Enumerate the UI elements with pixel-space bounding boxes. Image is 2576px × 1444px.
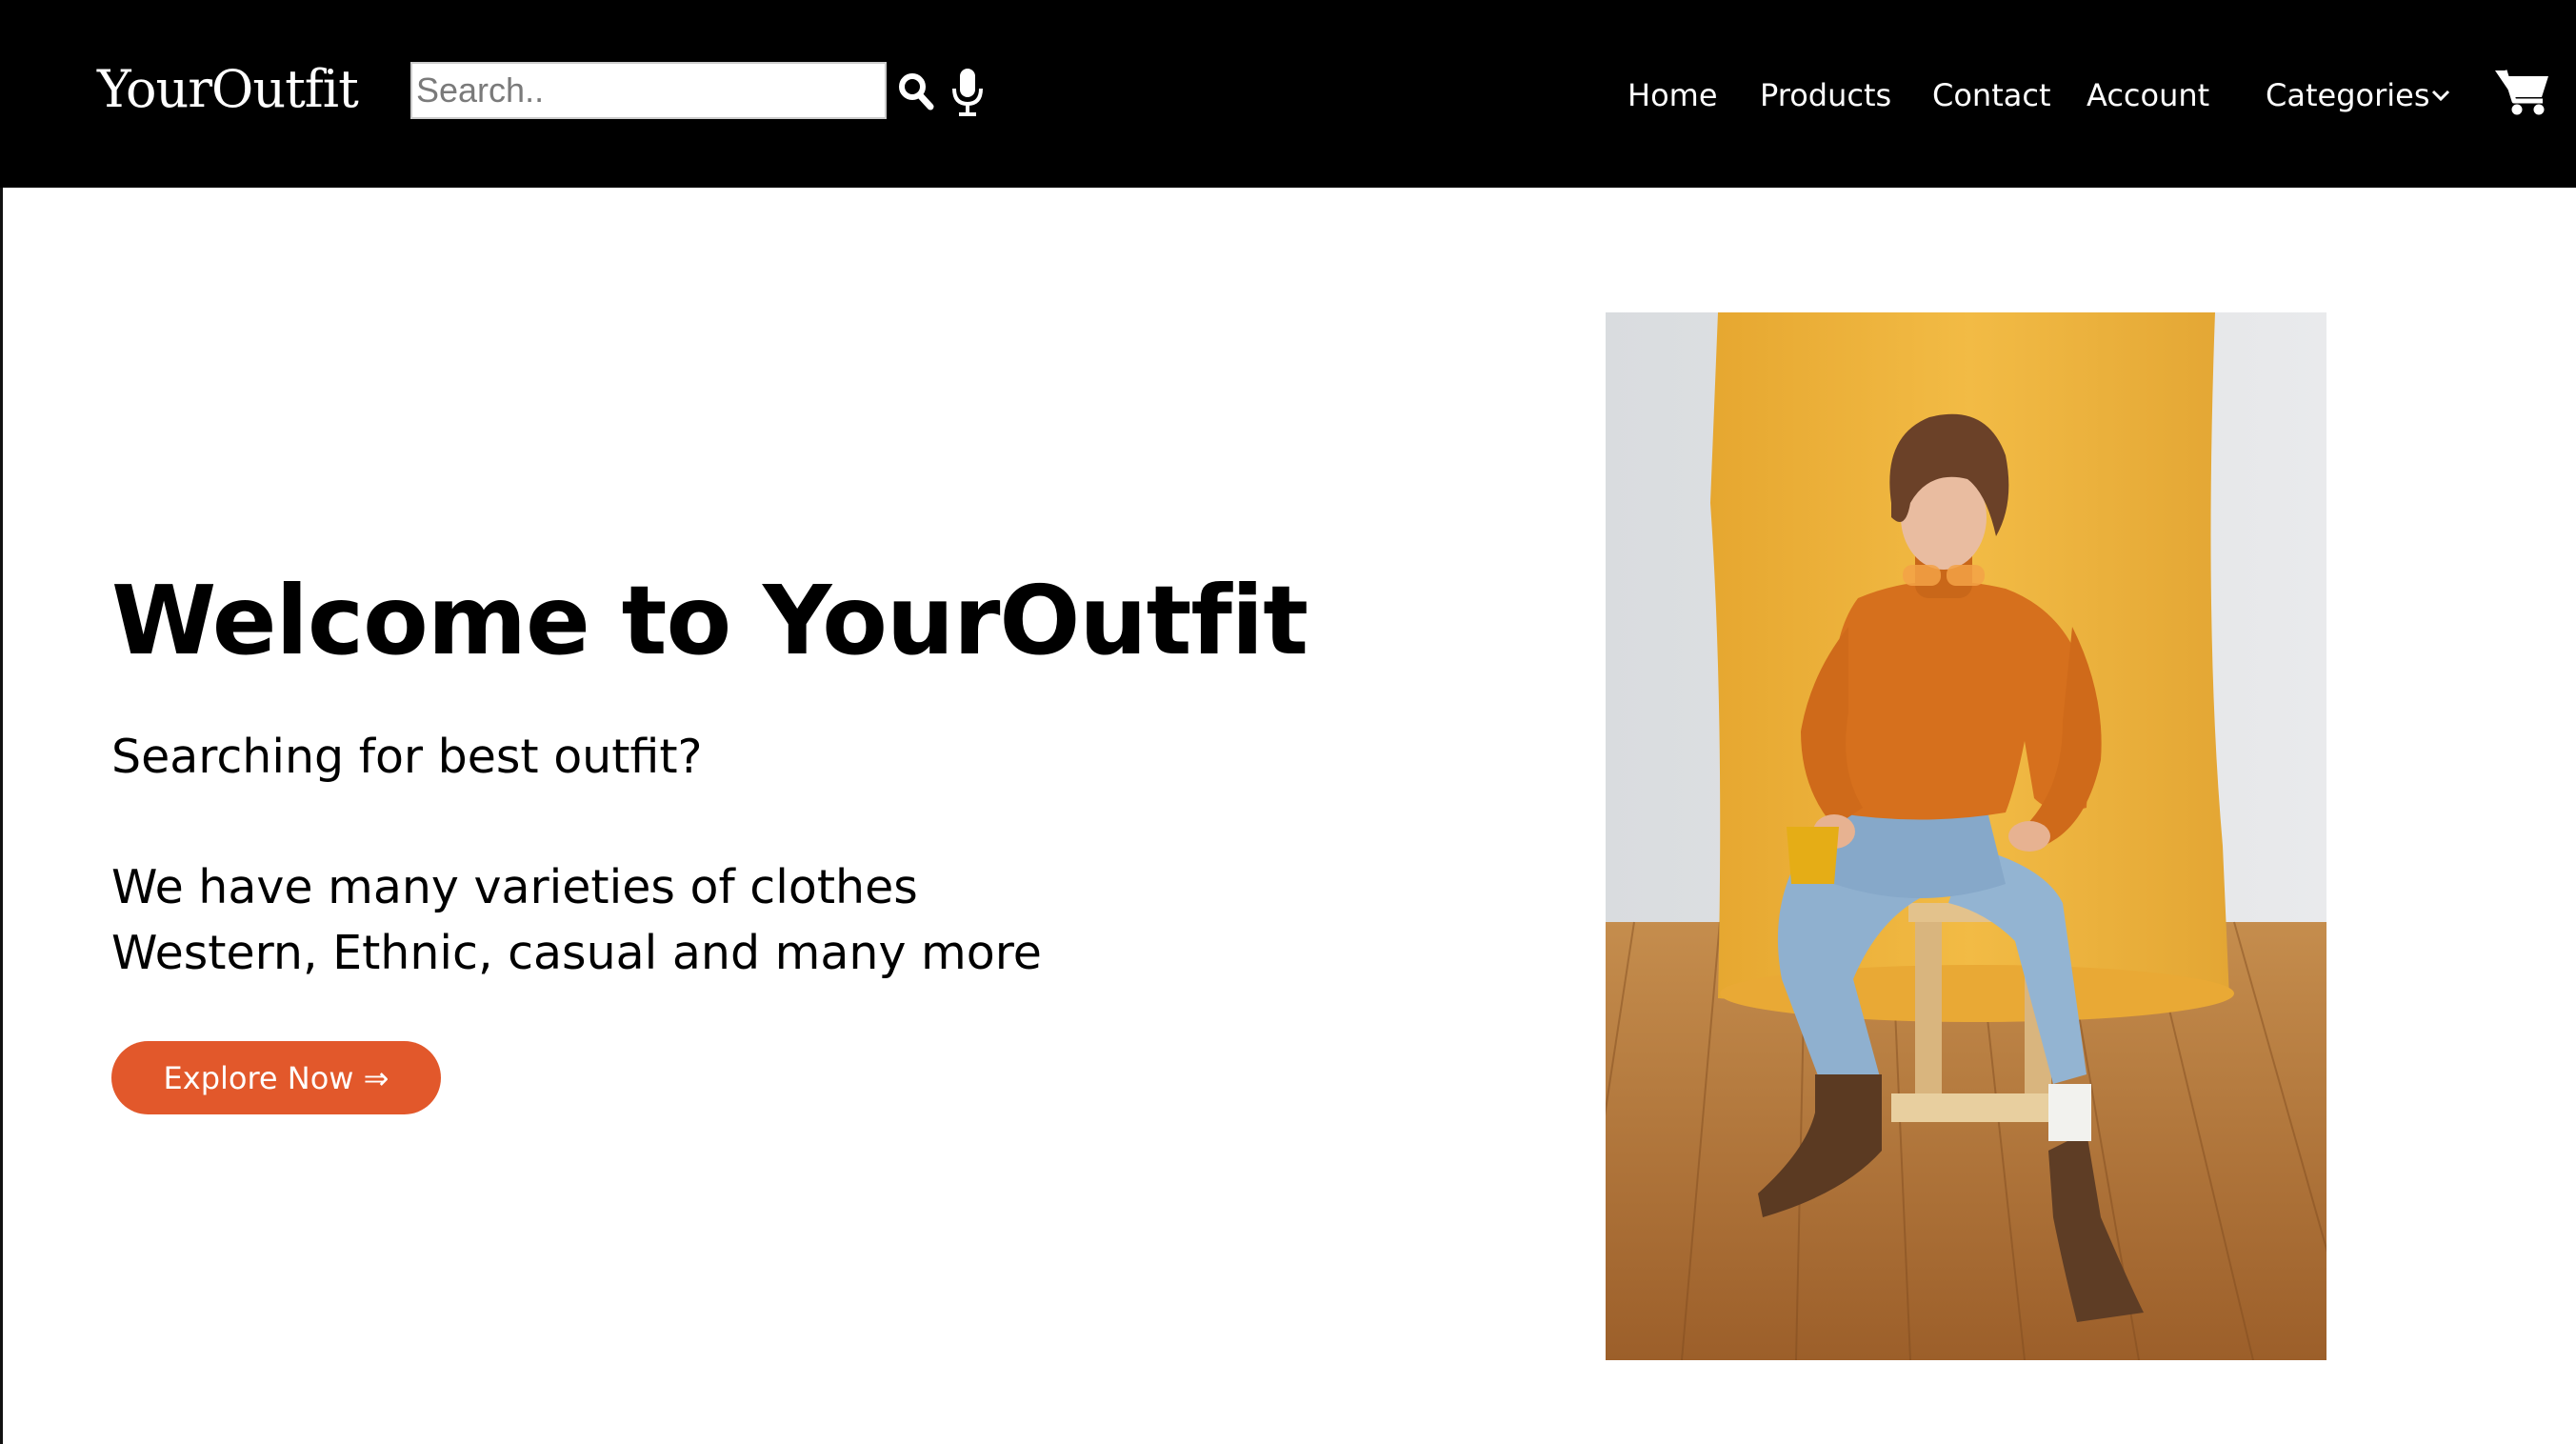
categories-dropdown[interactable]: Categories bbox=[2266, 74, 2429, 116]
nav-link-products[interactable]: Products bbox=[1760, 74, 1891, 116]
search-icon[interactable] bbox=[897, 70, 935, 112]
hero-description-line-2: Western, Ethnic, casual and many more bbox=[111, 926, 1042, 980]
hero-photo bbox=[1606, 312, 2326, 1360]
hero-description-line-1: We have many varieties of clothes bbox=[111, 860, 918, 914]
chevron-down-icon[interactable] bbox=[2431, 88, 2450, 102]
nav-link-contact[interactable]: Contact bbox=[1932, 74, 2051, 116]
brand-logo[interactable]: YourOutfit bbox=[97, 55, 359, 124]
hero-subtitle: Searching for best outfit? bbox=[111, 730, 703, 784]
nav-link-account[interactable]: Account bbox=[2087, 74, 2209, 116]
navbar: YourOutfit Home Products Contact Account… bbox=[0, 0, 2576, 188]
shopping-cart-icon[interactable] bbox=[2495, 67, 2550, 116]
hero-title: Welcome to YourOutfit bbox=[111, 565, 1308, 676]
hero-description: We have many varieties of clothes Wester… bbox=[111, 854, 1042, 986]
explore-now-button[interactable]: Explore Now ⇒ bbox=[111, 1041, 441, 1114]
page-left-border bbox=[0, 0, 3, 1444]
microphone-icon[interactable] bbox=[950, 68, 985, 117]
nav-link-home[interactable]: Home bbox=[1627, 74, 1718, 116]
search-input[interactable] bbox=[410, 62, 887, 119]
